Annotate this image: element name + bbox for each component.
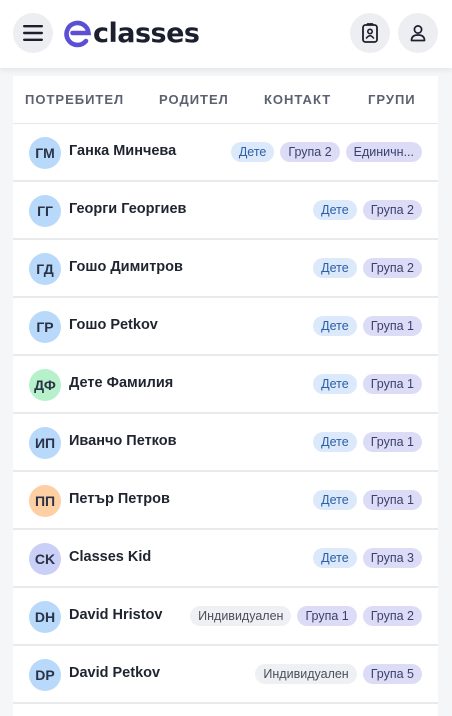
group-badge: Група 5 [362, 664, 422, 684]
tag-list: Индивидуален Група 1 Група 2 [190, 606, 422, 626]
table-row[interactable]: ДФ Дете Фамилия Дете Група 1 [13, 356, 438, 414]
avatar: ГГ [29, 195, 61, 227]
user-name[interactable]: David Petkov [69, 665, 160, 681]
role-badge: Дете [313, 374, 357, 394]
column-header-parent[interactable]: РОДИТЕЛ [159, 92, 229, 107]
user-name[interactable]: Гошо Petkov [69, 317, 158, 333]
group-badge: Група 1 [362, 432, 422, 452]
user-name[interactable]: Петър Петров [69, 491, 170, 507]
table-row[interactable]: ГМ Ганка Минчева Дете Група 2 Единичн... [13, 124, 438, 182]
avatar: ГР [29, 311, 61, 343]
column-header-user[interactable]: ПОТРЕБИТЕЛ [25, 92, 124, 107]
table-row[interactable]: ПП Петър Петров Дете Група 1 [13, 472, 438, 530]
avatar: ПП [29, 485, 61, 517]
table-row[interactable]: CK Classes Kid Дете Група 3 [13, 530, 438, 588]
avatar: DH [29, 601, 61, 633]
role-badge: Дете [313, 316, 357, 336]
group-badge: Група 2 [362, 258, 422, 278]
group-badge: Единичн... [345, 142, 422, 162]
tag-list: Индивидуален Група 5 [255, 664, 422, 684]
column-header-contact[interactable]: КОНТАКТ [264, 92, 331, 107]
user-name[interactable]: Classes Kid [69, 549, 151, 565]
tag-list: Дете Група 2 Единичн... [230, 142, 422, 162]
user-name[interactable]: Гошо Димитров [69, 259, 183, 275]
avatar: ГД [29, 253, 61, 285]
tag-list: Дете Група 1 [313, 316, 422, 336]
table-row[interactable]: ГГ Георги Георгиев Дете Група 2 [13, 182, 438, 240]
contact-card-button[interactable] [350, 13, 390, 53]
app-logo[interactable]: classes [64, 14, 200, 54]
tag-list: Дете Група 2 [313, 200, 422, 220]
group-badge: Група 1 [362, 490, 422, 510]
user-icon [410, 25, 426, 42]
logo-mark-icon [64, 20, 92, 48]
table-header: ПОТРЕБИТЕЛ РОДИТЕЛ КОНТАКТ ГРУПИ [13, 76, 438, 124]
user-name[interactable]: Иванчо Петков [69, 433, 177, 449]
group-badge: Група 1 [362, 316, 422, 336]
table-row[interactable]: DP David Petkov Индивидуален Група 5 [13, 646, 438, 704]
group-badge: Група 2 [280, 142, 340, 162]
role-badge: Дете [313, 432, 357, 452]
table-row[interactable]: DH David Hristov Индивидуален Група 1 Гр… [13, 588, 438, 646]
users-table: ПОТРЕБИТЕЛ РОДИТЕЛ КОНТАКТ ГРУПИ ГМ Ганк… [13, 76, 438, 716]
menu-button[interactable] [13, 13, 53, 53]
user-name[interactable]: David Hristov [69, 607, 162, 623]
tag-list: Дете Група 1 [313, 374, 422, 394]
table-row[interactable]: ГР Гошо Petkov Дете Група 1 [13, 298, 438, 356]
contact-card-icon [362, 23, 378, 43]
table-row[interactable]: ИП Иванчо Петков Дете Група 1 [13, 414, 438, 472]
avatar: DP [29, 659, 61, 691]
group-badge: Група 1 [362, 374, 422, 394]
group-badge: Група 1 [297, 606, 357, 626]
role-badge: Дете [230, 142, 275, 162]
column-header-groups[interactable]: ГРУПИ [368, 92, 416, 107]
logo-text: classes [93, 17, 200, 49]
avatar: ДФ [29, 369, 61, 401]
tag-list: Дете Група 1 [313, 432, 422, 452]
group-badge: Група 2 [362, 606, 422, 626]
type-badge: Индивидуален [190, 606, 292, 626]
role-badge: Дете [313, 258, 357, 278]
user-name[interactable]: Дете Фамилия [69, 375, 173, 391]
avatar: ИП [29, 427, 61, 459]
avatar: CK [29, 543, 61, 575]
user-name[interactable]: Ганка Минчева [69, 143, 176, 159]
group-badge: Група 2 [362, 200, 422, 220]
role-badge: Дете [313, 490, 357, 510]
user-profile-button[interactable] [398, 13, 438, 53]
top-app-bar: classes [0, 0, 452, 68]
avatar: ГМ [29, 137, 61, 169]
tag-list: Дете Група 3 [313, 548, 422, 568]
group-badge: Група 3 [362, 548, 422, 568]
type-badge: Индивидуален [255, 664, 357, 684]
user-name[interactable]: Георги Георгиев [69, 201, 186, 217]
role-badge: Дете [313, 200, 357, 220]
role-badge: Дете [313, 548, 357, 568]
tag-list: Дете Група 1 [313, 490, 422, 510]
table-row[interactable]: ГД Гошо Димитров Дете Група 2 [13, 240, 438, 298]
menu-icon [23, 25, 43, 41]
tag-list: Дете Група 2 [313, 258, 422, 278]
